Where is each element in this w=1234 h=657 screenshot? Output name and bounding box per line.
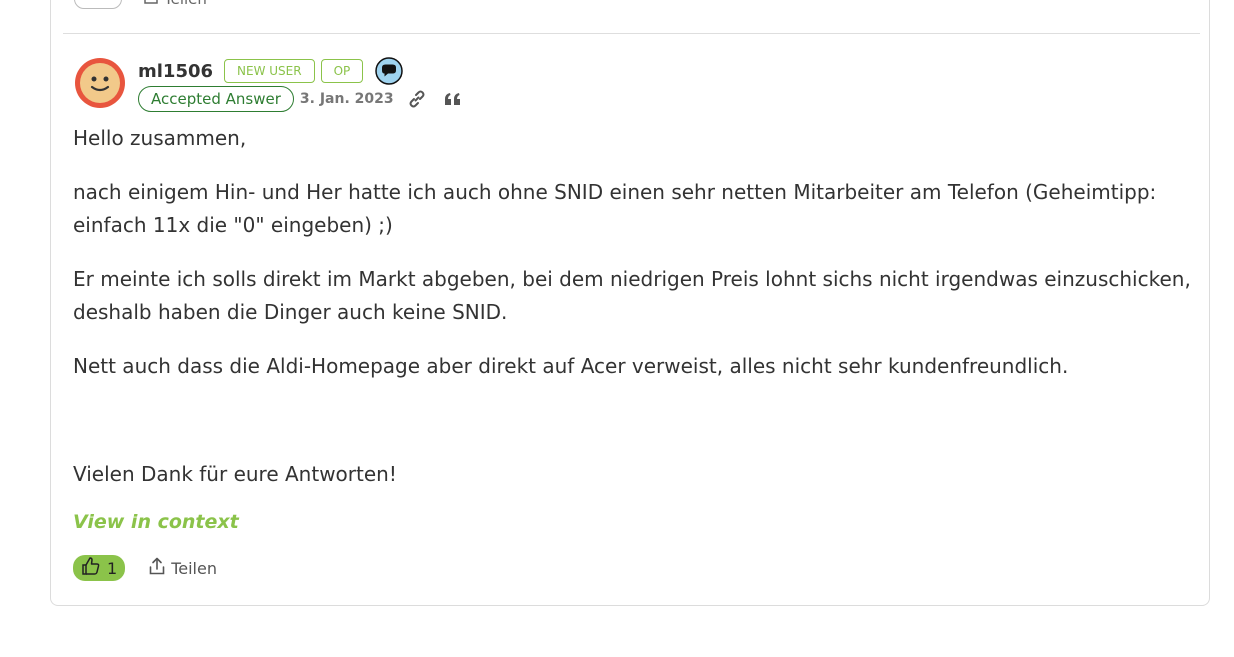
previous-post-actions: Teilen	[74, 0, 207, 9]
share-icon	[144, 0, 158, 8]
quote-icon[interactable]	[442, 88, 464, 110]
link-icon[interactable]	[406, 88, 428, 110]
thumbs-up-icon	[81, 556, 101, 580]
accepted-answer-badge: Accepted Answer	[138, 86, 294, 112]
previous-share-button[interactable]: Teilen	[144, 0, 207, 8]
speech-bubble-icon	[375, 57, 404, 85]
author-row: ml1506 NEW USER OP	[138, 57, 404, 85]
like-count: 1	[107, 558, 118, 578]
share-button[interactable]: Teilen	[149, 557, 217, 579]
post-divider	[63, 33, 1200, 34]
post-body: Hello zusammen, nach einigem Hin- und He…	[73, 122, 1193, 512]
post-date: 3. Jan. 2023	[299, 91, 394, 107]
previous-share-label: Teilen	[164, 0, 207, 8]
post-paragraph: Vielen Dank für eure Antworten!	[73, 462, 397, 486]
author-username[interactable]: ml1506	[138, 61, 213, 82]
share-icon	[149, 557, 165, 579]
badge-op: OP	[320, 59, 364, 83]
post-paragraph: Nett auch dass die Aldi-Homepage aber di…	[73, 354, 1069, 378]
share-label: Teilen	[171, 558, 217, 578]
user-avatar[interactable]	[73, 56, 127, 110]
post-paragraph: nach einigem Hin- und Her hatte ich auch…	[73, 180, 1157, 237]
view-in-context-link[interactable]: View in context	[73, 511, 239, 533]
post-paragraph: Er meinte ich solls direkt im Markt abge…	[73, 267, 1191, 324]
smiley-avatar-icon	[75, 58, 125, 108]
like-button[interactable]: 1	[73, 555, 126, 581]
post-paragraph: Hello zusammen,	[73, 126, 247, 150]
previous-like-button[interactable]	[74, 0, 122, 9]
post-meta-row: Accepted Answer 3. Jan. 2023	[138, 86, 472, 112]
post-actions: 1 Teilen	[73, 555, 217, 581]
badge-new-user: NEW USER	[224, 59, 315, 83]
